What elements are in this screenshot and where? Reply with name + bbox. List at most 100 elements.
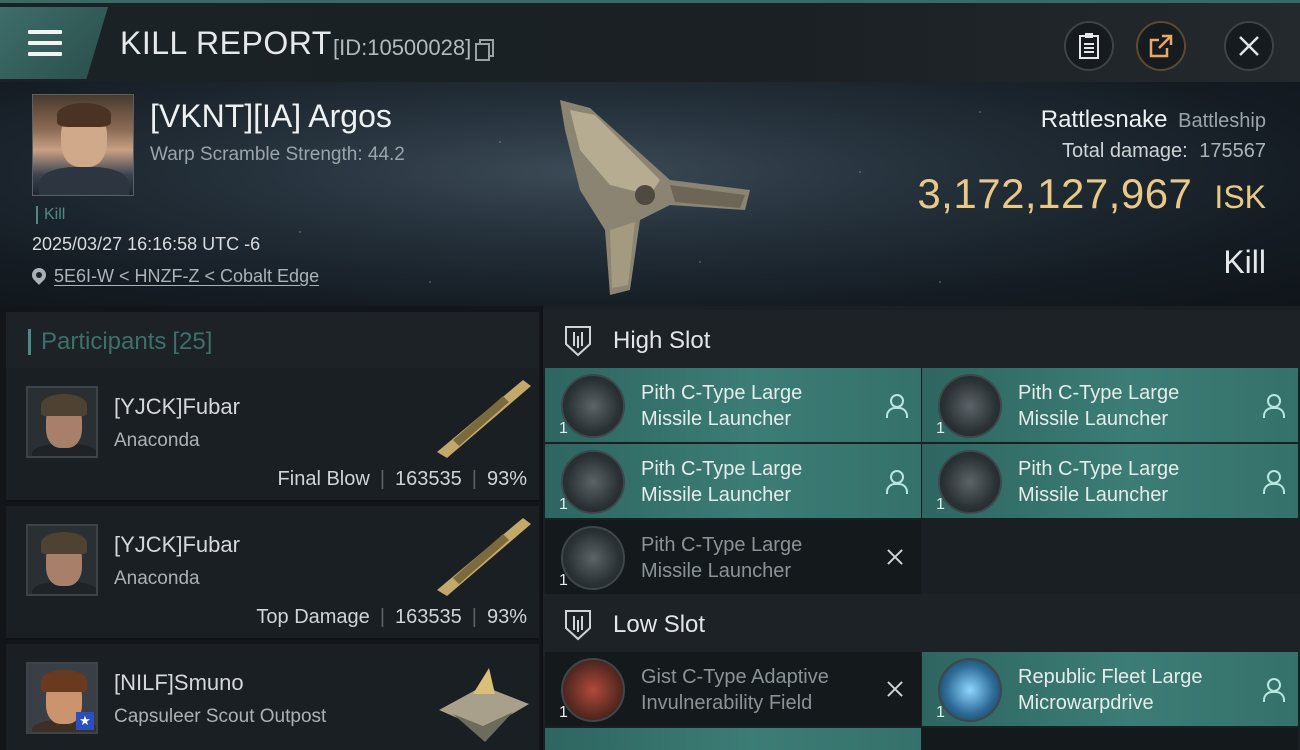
participants-panel: Participants [25] [YJCK]Fubar Anaconda F…: [0, 306, 541, 750]
module-name: Pith C-Type Large Missile Launcher: [641, 534, 803, 582]
module-item[interactable]: 1 Pith C-Type Large Missile Launcher: [545, 368, 921, 442]
weapon-icon: [437, 518, 531, 596]
missile-launcher-icon: [561, 526, 625, 590]
victim-ship: Rattlesnake Battleship: [1041, 106, 1266, 134]
dropped-person-icon: [1260, 468, 1285, 494]
module-name: Pith C-Type Large Missile Launcher: [1018, 382, 1180, 430]
participant-row[interactable]: [YJCK]Fubar Anaconda Final Blow | 163535…: [6, 368, 539, 502]
module-item[interactable]: 1 Pith C-Type Large Missile Launcher: [922, 368, 1298, 442]
top-bar: KILL REPORT [ID:10500028]: [0, 0, 1300, 82]
participant-ship: Anaconda: [114, 430, 200, 451]
module-name: Pith C-Type Large Missile Launcher: [1018, 458, 1180, 506]
structure-icon: [439, 668, 529, 742]
module-item[interactable]: 1 Pith C-Type Large Missile Launcher: [545, 444, 921, 518]
participants-label: Participants: [41, 328, 167, 355]
participant-percent: 93%: [486, 468, 527, 490]
star-icon: ★: [76, 712, 94, 730]
location-link[interactable]: 5E6I-W < HNZF-Z < Cobalt Edge: [54, 266, 319, 287]
missile-launcher-icon: [561, 374, 625, 438]
participant-avatar[interactable]: [26, 524, 98, 596]
report-id: [ID:10500028]: [333, 35, 495, 61]
ship-render: [560, 100, 750, 295]
isk-loss: 3,172,127,967 ISK: [917, 170, 1266, 218]
total-damage: Total damage: 175567: [1062, 140, 1266, 163]
module-qty: 1: [936, 420, 945, 437]
module-name: Pith C-Type Large Missile Launcher: [641, 458, 803, 506]
destroyed-x-icon: [883, 676, 907, 702]
module-qty: 1: [559, 704, 568, 721]
participant-avatar[interactable]: ★: [26, 662, 98, 734]
module-item-partial[interactable]: [922, 728, 1298, 750]
module-qty: 1: [559, 572, 568, 589]
participant-name: [YJCK]Fubar: [114, 532, 240, 557]
copy-icon[interactable]: [475, 39, 495, 61]
high-slot-header: High Slot: [543, 310, 1300, 372]
menu-button[interactable]: [0, 7, 108, 79]
close-icon: [1239, 36, 1259, 56]
low-slot-icon: [565, 610, 591, 641]
weapon-icon: [437, 380, 531, 458]
participant-ship: Capsuleer Scout Outpost: [114, 706, 327, 727]
participant-percent: 93%: [486, 606, 527, 628]
kill-location[interactable]: 5E6I-W < HNZF-Z < Cobalt Edge: [32, 266, 319, 287]
module-item[interactable]: 1 Gist C-Type Adaptive Invulnerability F…: [545, 652, 921, 726]
participant-stats: Final Blow | 163535 | 93%: [277, 468, 527, 490]
module-qty: 1: [936, 704, 945, 721]
kill-tag: Kill: [36, 206, 65, 224]
dropped-person-icon: [883, 392, 908, 418]
missile-launcher-icon: [938, 374, 1002, 438]
clipboard-icon: [1079, 33, 1099, 59]
participant-avatar[interactable]: [26, 386, 98, 458]
microwarpdrive-icon: [938, 658, 1002, 722]
kill-result: Kill: [1223, 244, 1266, 280]
module-qty: 1: [559, 420, 568, 437]
low-slot-label: Low Slot: [613, 611, 706, 638]
participant-ship: Anaconda: [114, 568, 200, 589]
participant-row[interactable]: ★ [NILF]Smuno Capsuleer Scout Outpost: [6, 644, 539, 750]
warp-scramble-strength: Warp Scramble Strength: 44.2: [150, 144, 405, 165]
module-qty: 1: [559, 496, 568, 513]
share-button[interactable]: [1136, 21, 1186, 71]
isk-unit: ISK: [1214, 179, 1266, 215]
participant-role: Top Damage: [256, 606, 370, 628]
participants-count: [25]: [172, 328, 213, 355]
total-damage-label: Total damage:: [1062, 140, 1188, 162]
participant-damage: 163535: [395, 606, 462, 628]
location-pin-icon: [32, 268, 46, 286]
ship-class: Battleship: [1178, 110, 1266, 132]
participant-stats: Top Damage | 163535 | 93%: [256, 606, 527, 628]
module-item-partial[interactable]: [545, 728, 921, 750]
total-damage-value: 175567: [1199, 140, 1266, 162]
participants-header: Participants [25]: [6, 312, 539, 372]
module-name: Gist C-Type Adaptive Invulnerability Fie…: [641, 666, 829, 714]
victim-portrait[interactable]: [32, 94, 134, 196]
low-slot-header: Low Slot: [543, 594, 1300, 656]
fitting-panel: High Slot 1 Pith C-Type Large Missile La…: [543, 306, 1300, 750]
dropped-person-icon: [1260, 392, 1285, 418]
report-id-text: [ID:10500028]: [333, 35, 472, 60]
hamburger-icon: [28, 30, 62, 56]
participant-row[interactable]: [YJCK]Fubar Anaconda Top Damage | 163535…: [6, 506, 539, 640]
high-slot-icon: [565, 326, 591, 357]
close-button[interactable]: [1224, 21, 1274, 71]
high-slot-label: High Slot: [613, 327, 711, 354]
module-name: Pith C-Type Large Missile Launcher: [641, 382, 803, 430]
shield-module-icon: [561, 658, 625, 722]
clipboard-button[interactable]: [1064, 21, 1114, 71]
victim-summary: [VKNT][IA] Argos Warp Scramble Strength:…: [0, 82, 1300, 306]
missile-launcher-icon: [561, 450, 625, 514]
dropped-person-icon: [883, 468, 908, 494]
missile-launcher-icon: [938, 450, 1002, 514]
ship-name: Rattlesnake: [1040, 106, 1168, 133]
share-icon: [1149, 34, 1173, 58]
participant-role: Final Blow: [277, 468, 370, 490]
module-item[interactable]: 1 Pith C-Type Large Missile Launcher: [545, 520, 921, 594]
kill-datetime: 2025/03/27 16:16:58 UTC -6: [32, 234, 261, 254]
module-item[interactable]: 1 Republic Fleet Large Microwarpdrive: [922, 652, 1298, 726]
module-item[interactable]: 1 Pith C-Type Large Missile Launcher: [922, 444, 1298, 518]
page-title: KILL REPORT: [120, 25, 332, 61]
module-name: Republic Fleet Large Microwarpdrive: [1018, 666, 1203, 714]
dropped-person-icon: [1260, 676, 1285, 702]
participant-name: [NILF]Smuno: [114, 670, 244, 695]
destroyed-x-icon: [883, 544, 907, 570]
